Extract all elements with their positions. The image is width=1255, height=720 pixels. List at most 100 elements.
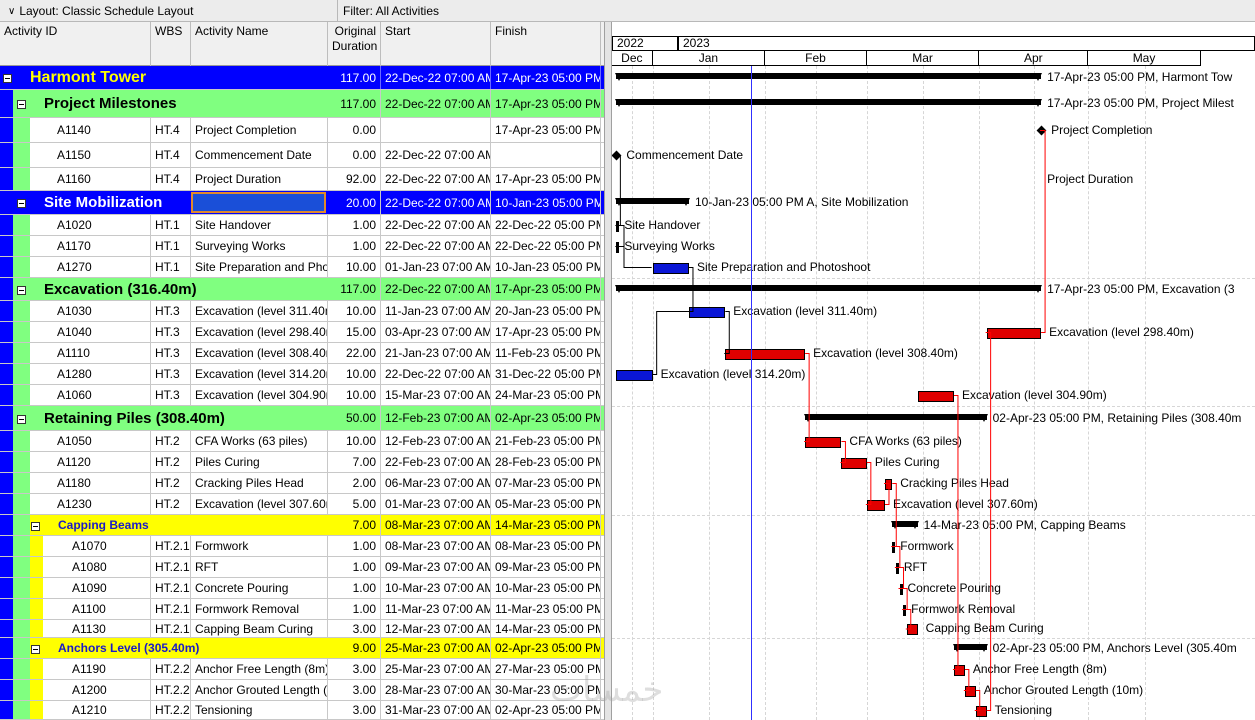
column-header-start[interactable]: Start	[381, 22, 491, 66]
cell-start: 22-Dec-22 07:00 AM A	[381, 191, 491, 214]
cell-dur: 1.00	[328, 599, 381, 619]
table-row[interactable]: A1080 HT.2.1 RFT 1.00 09-Mar-23 07:00 AM 09-M…	[0, 557, 606, 578]
cell-wbs: HT.2	[151, 473, 191, 493]
wbs-row[interactable]: Retaining Piles (308.40m) 50.00 12-Feb-23 …	[0, 406, 606, 431]
cell-dur: 10.00	[328, 431, 381, 451]
table-row[interactable]: A1200HT.2.2Anchor Grouted Length (10m)3.…	[0, 680, 606, 701]
column-header-finish[interactable]: Finish	[491, 22, 601, 66]
collapse-toggle[interactable]	[17, 286, 26, 295]
cell-finish: 17-Apr-23 05:00 PM	[491, 90, 601, 117]
wbs-row[interactable]: Capping Beams 7.00 08-Mar-23 07:00 AM 14-Ma…	[0, 515, 606, 536]
cell-start: 12-Feb-23 07:00 AM	[381, 431, 491, 451]
table-row[interactable]: A1180 HT.2 Cracking Piles Head 2.00 06-Mar-2…	[0, 473, 606, 494]
table-row[interactable]: A1150 HT.4 Commencement Date 0.00 22-Dec-22 …	[0, 143, 606, 168]
table-row[interactable]: A1270HT.1Site Preparation and Photoshoot…	[0, 257, 606, 278]
cell-wbs: HT.3	[151, 385, 191, 405]
cell-dur: 1.00	[328, 215, 381, 235]
filter-selector[interactable]: Filter: All Activities	[340, 0, 439, 22]
layout-selector[interactable]: ∨ Layout: Classic Schedule Layout	[0, 0, 338, 22]
cell-finish: 17-Apr-23 05:00 PM	[491, 278, 601, 300]
cell-finish: 17-Apr-23 05:00 PM	[491, 118, 601, 142]
wbs-band-level2	[30, 659, 43, 679]
collapse-toggle[interactable]	[3, 74, 12, 83]
wbs-band-level1	[13, 680, 30, 700]
cell-dur: 10.00	[328, 385, 381, 405]
layout-label: Layout: Classic Schedule Layout	[19, 4, 194, 18]
collapse-toggle[interactable]	[17, 415, 26, 424]
wbs-band-level0	[0, 701, 13, 719]
wbs-row[interactable]: Project Milestones 117.00 22-Dec-22 07:00 …	[0, 90, 606, 118]
table-row[interactable]: A1100 HT.2.1 Formwork Removal 1.00 11-Mar-23…	[0, 599, 606, 620]
table-row[interactable]: A1120 HT.2 Piles Curing 7.00 22-Feb-23 07:00…	[0, 452, 606, 473]
column-header-original-duration[interactable]: Original Duration	[328, 22, 381, 66]
cell-id: A1210	[43, 701, 151, 719]
cell-id: A1130	[43, 620, 151, 637]
table-row[interactable]: A1040 HT.3 Excavation (level 298.40m) 15.00…	[0, 322, 606, 343]
cell-start: 22-Dec-22 07:00 AM A	[381, 215, 491, 235]
column-header-wbs[interactable]: WBS	[151, 22, 191, 66]
cell-name: Piles Curing	[191, 452, 328, 472]
cell-start: 25-Mar-23 07:00 AM	[381, 659, 491, 679]
cell-id: A1160	[30, 168, 151, 190]
table-row[interactable]: A1070 HT.2.1 Formwork 1.00 08-Mar-23 07:00 A…	[0, 536, 606, 557]
cell-id: A1120	[30, 452, 151, 472]
wbs-row[interactable]: Excavation (316.40m) 117.00 22-Dec-22 07:0…	[0, 278, 606, 301]
table-row[interactable]: A1030 HT.3 Excavation (level 311.40m) 10.00…	[0, 301, 606, 322]
wbs-name: Project Milestones	[44, 95, 177, 112]
wbs-band-level0	[0, 215, 13, 235]
wbs-band-level1	[13, 473, 30, 493]
column-header-activity-id[interactable]: Activity ID	[0, 22, 151, 66]
table-row[interactable]: A1280 HT.3 Excavation (level 314.20m) 10.00…	[0, 364, 606, 385]
collapse-toggle[interactable]	[17, 100, 26, 109]
wbs-row[interactable]: Anchors Level (305.40m) 9.00 25-Mar-23 07:…	[0, 638, 606, 659]
wbs-band-level0	[0, 473, 13, 493]
table-row[interactable]: A1060 HT.3 Excavation (level 304.90m) 10.00…	[0, 385, 606, 406]
cell-finish: 14-Mar-23 05:00 PM	[491, 620, 601, 637]
wbs-band-level0	[0, 599, 13, 619]
cell-finish: 07-Mar-23 05:00 PM	[491, 473, 601, 493]
column-header-activity-name[interactable]: Activity Name	[191, 22, 328, 66]
cell-start: 11-Mar-23 07:00 AM	[381, 599, 491, 619]
cell-start: 22-Feb-23 07:00 AM	[381, 452, 491, 472]
cell-start: 22-Dec-22 07:00 AM A	[381, 236, 491, 256]
cell-wbs: HT.2.1	[151, 536, 191, 556]
cell-finish: 17-Apr-23 05:00 PM	[491, 66, 601, 89]
table-row[interactable]: A1210 HT.2.2 Tensioning 3.00 31-Mar-23 07:00…	[0, 701, 606, 720]
table-row[interactable]: A1110 HT.3 Excavation (level 308.40m) 22.00…	[0, 343, 606, 364]
table-row[interactable]: A1090 HT.2.1 Concrete Pouring 1.00 10-Mar-23…	[0, 578, 606, 599]
wbs-row[interactable]: Harmont Tower 117.00 22-Dec-22 07:00 AM 17-…	[0, 66, 606, 90]
wbs-band-level0	[0, 406, 13, 430]
table-row[interactable]: A1190 HT.2.2 Anchor Free Length (8m) 3.00 25…	[0, 659, 606, 680]
wbs-band-level0	[0, 322, 13, 342]
table-row[interactable]: A1160 HT.4 Project Duration 92.00 22-Dec-22 …	[0, 168, 606, 191]
cell-id: A1050	[30, 431, 151, 451]
relationship-line	[1040, 130, 1046, 333]
relationship-line	[615, 225, 625, 247]
collapse-toggle[interactable]	[31, 522, 40, 531]
cell-wbs: HT.1	[151, 236, 191, 256]
wbs-row[interactable]: Site Mobilization 20.0022-Dec-22 07:00 AM…	[0, 191, 606, 215]
cell-start: 22-Dec-22 07:00 AM A	[381, 143, 491, 167]
activity-name-edit[interactable]	[191, 192, 326, 213]
cell-start: 08-Mar-23 07:00 AM	[381, 536, 491, 556]
table-row[interactable]: A1050 HT.2 CFA Works (63 piles) 10.00 12-Feb…	[0, 431, 606, 452]
table-row[interactable]: A1140 HT.4 Project Completion 0.00 17-Apr-23…	[0, 118, 606, 143]
relationship-line	[902, 588, 908, 610]
table-row[interactable]: A1230 HT.2 Excavation (level 307.60m) 5.00 0…	[0, 494, 606, 515]
table-row[interactable]: A1170 HT.1 Surveying Works 1.00 22-Dec-22 07…	[0, 236, 606, 257]
wbs-band-level0	[0, 515, 13, 535]
wbs-band-level0	[0, 638, 13, 658]
wbs-band-level1	[13, 343, 30, 363]
collapse-toggle[interactable]	[17, 199, 26, 208]
wbs-band-level0	[0, 536, 13, 556]
cell-dur: 0.00	[328, 118, 381, 142]
collapse-toggle[interactable]	[31, 645, 40, 654]
wbs-band-level1	[13, 620, 30, 637]
cell-wbs: HT.3	[151, 364, 191, 384]
table-row[interactable]: A1020 HT.1 Site Handover 1.00 22-Dec-22 07:0…	[0, 215, 606, 236]
cell-wbs: HT.2	[151, 452, 191, 472]
cell-id: A1090	[43, 578, 151, 598]
wbs-band-level1	[13, 557, 30, 577]
table-row[interactable]: A1130 HT.2.1 Capping Beam Curing 3.00 12-Mar…	[0, 620, 606, 638]
pane-splitter[interactable]	[604, 22, 612, 720]
